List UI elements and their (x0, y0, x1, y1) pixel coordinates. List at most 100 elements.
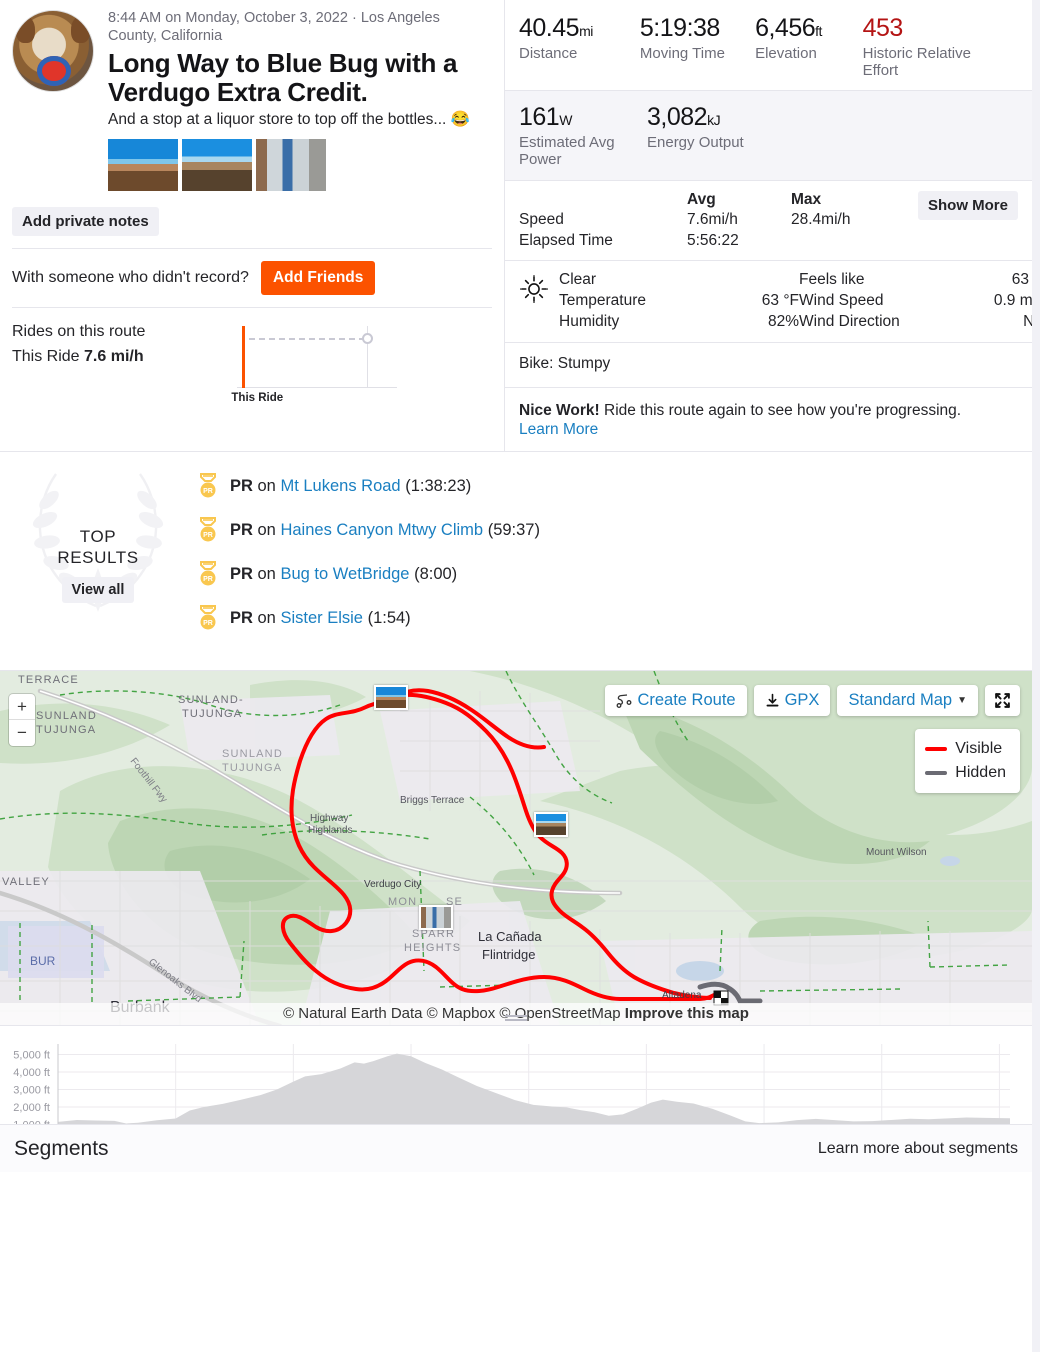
svg-text:PR: PR (203, 576, 213, 583)
avatar-ear-left (16, 15, 36, 43)
svg-text:PR: PR (203, 488, 213, 495)
photo-thumbnail[interactable] (182, 139, 252, 192)
weather-winddirection-value: NW (951, 312, 1040, 333)
improve-map-link[interactable]: Improve this map (625, 1005, 749, 1022)
legend-swatch-hidden (925, 771, 948, 776)
weather-temperature-value: 63 °F (761, 291, 799, 309)
pr-on: on (252, 608, 281, 627)
activity-description: And a stop at a liquor store to top off … (108, 110, 470, 128)
learn-more-link[interactable]: Learn More (519, 421, 598, 438)
stat-elevation: 6,456ft Elevation (755, 14, 863, 80)
top-results-section: TOP RESULTS View all PR PR on Mt Lukens … (0, 452, 1040, 672)
activity-header-text: 8:44 AM on Monday, October 3, 2022 · Los… (108, 10, 492, 192)
table-row: Elapsed Time 5:56:22 (519, 231, 911, 252)
add-private-notes-button[interactable]: Add private notes (12, 207, 159, 237)
list-item: PR PR on Haines Canyon Mtwy Climb (59:37… (196, 516, 540, 544)
pr-text: PR on Haines Canyon Mtwy Climb (59:37) (230, 521, 540, 540)
photo-thumbnail[interactable] (256, 139, 326, 192)
list-item: PR PR on Sister Elsie (1:54) (196, 604, 540, 632)
rides-on-route-section: Rides on this route This Ride 7.6 mi/h T… (0, 308, 504, 414)
rides-on-route-heading: Rides on this route (12, 323, 146, 341)
weather-section: Clear Temperature 63 °F Humidity 82% Fee… (505, 259, 1040, 343)
top-results-laurel: TOP RESULTS View all (0, 468, 196, 648)
speed-table: Avg Max Speed 7.6mi/h 28.4mi/h Elapsed T… (519, 191, 911, 252)
avatar-ear-right (70, 15, 90, 43)
nice-work-section: Nice Work! Ride this route again to see … (505, 388, 1032, 452)
map-photo-marker[interactable] (534, 812, 568, 838)
pr-on: on (252, 564, 281, 583)
map-resize-handle[interactable] (505, 1013, 527, 1023)
elapsed-row-avg: 5:56:22 (687, 231, 739, 249)
weather-columns: Clear Temperature 63 °F Humidity 82% Fee… (559, 270, 1040, 333)
map-photo-marker[interactable] (419, 905, 453, 931)
y-axis-tick-label: 5,000 ft (13, 1050, 50, 1062)
weather-condition: Clear (559, 270, 597, 288)
activity-map[interactable]: TERRACE SUNLAND TUJUNGA SUNLAND- TUJUNGA SUNL… (0, 671, 1032, 1027)
map-legend: Visible Hidden (915, 729, 1020, 794)
pr-time: (59:37) (487, 520, 540, 539)
legend-item-hidden: Hidden (925, 761, 1006, 785)
pr-segment-link[interactable]: Mt Lukens Road (280, 477, 400, 495)
add-friends-question: With someone who didn't record? (12, 269, 249, 287)
create-route-button[interactable]: Create Route (605, 685, 747, 717)
map-toolbar: Create Route GPX Standard Map ▼ (605, 685, 1020, 717)
activity-header: 8:44 AM on Monday, October 3, 2022 · Los… (0, 0, 504, 195)
pr-time: (1:38:23) (405, 476, 472, 495)
y-axis-tick-label: 3,000 ft (13, 1085, 50, 1097)
map-photo-marker[interactable] (374, 685, 408, 711)
download-icon (766, 694, 779, 707)
learn-more-segments-link[interactable]: Learn more about segments (818, 1140, 1018, 1158)
page-right-rail (1032, 0, 1040, 1352)
chart-x-label: This Ride (231, 392, 284, 405)
activity-details-column: 8:44 AM on Monday, October 3, 2022 · Los… (0, 0, 505, 452)
map-style-label: Standard Map (848, 691, 953, 710)
private-notes-section: Add private notes (0, 195, 504, 248)
chevron-down-icon: ▼ (957, 695, 967, 707)
pr-on: on (252, 520, 281, 539)
stat-distance-value: 40.45mi (519, 14, 593, 42)
table-header-max: Max (791, 191, 822, 208)
stat-avg-power-value: 161W (519, 102, 572, 131)
weather-table-right: Feels like 63 °F Wind Speed 0.9 mi/h Win… (799, 270, 1040, 333)
pr-segment-link[interactable]: Bug to WetBridge (280, 565, 409, 583)
zoom-out-button[interactable]: − (9, 720, 35, 746)
stat-relative-effort-value: 453 (862, 14, 904, 42)
primary-stats: 40.45mi Distance 5:19:38 Moving Time 6,4… (505, 0, 1032, 90)
elevation-chart[interactable]: 1,000 ft2,000 ft3,000 ft4,000 ft5,000 ft… (0, 1026, 1032, 1173)
pr-list: PR PR on Mt Lukens Road (1:38:23) PR PR … (196, 468, 540, 648)
map-style-dropdown[interactable]: Standard Map ▼ (837, 685, 978, 717)
add-friends-button[interactable]: Add Friends (260, 261, 376, 296)
photo-thumbnail[interactable] (108, 139, 178, 192)
pr-time: (1:54) (367, 608, 411, 627)
this-ride-label: This Ride (12, 348, 80, 366)
avatar[interactable] (12, 10, 94, 92)
pr-segment-link[interactable]: Sister Elsie (280, 609, 363, 627)
weather-feelslike-value: 63 °F (1011, 270, 1040, 288)
weather-windspeed-value: 0.9 mi/h (993, 291, 1040, 309)
page-title: Long Way to Blue Bug with a Verdugo Extr… (108, 48, 458, 108)
table-row: Humidity 82% (559, 312, 799, 333)
map-zoom-controls[interactable]: + − (9, 694, 35, 747)
activity-photos (108, 139, 492, 192)
table-row: Wind Direction NW (799, 312, 1040, 333)
gpx-download-button[interactable]: GPX (753, 685, 831, 717)
this-ride-row: This Ride 7.6 mi/h (12, 345, 145, 370)
pr-medal-icon: PR (200, 473, 216, 498)
weather-table-left: Clear Temperature 63 °F Humidity 82% (559, 270, 799, 333)
speed-row-avg: 7.6mi/h (687, 211, 738, 228)
show-more-button[interactable]: Show More (917, 191, 1018, 220)
weather-condition-value (709, 270, 799, 291)
pr-text: PR on Sister Elsie (1:54) (230, 609, 411, 628)
view-all-button[interactable]: View all (61, 576, 135, 603)
pr-medal-icon: PR (200, 561, 216, 586)
activity-datetime-location: 8:44 AM on Monday, October 3, 2022 · Los… (108, 10, 440, 44)
pr-segment-link[interactable]: Haines Canyon Mtwy Climb (280, 521, 483, 539)
table-header-blank (519, 191, 687, 210)
weather-winddirection-label: Wind Direction (799, 312, 900, 330)
stat-distance-label: Distance (519, 45, 578, 62)
y-axis-tick-label: 4,000 ft (13, 1067, 50, 1079)
pr-label: PR (230, 520, 253, 539)
zoom-in-button[interactable]: + (9, 694, 35, 721)
table-header-avg: Avg (687, 191, 716, 208)
fullscreen-button[interactable] (985, 685, 1020, 717)
